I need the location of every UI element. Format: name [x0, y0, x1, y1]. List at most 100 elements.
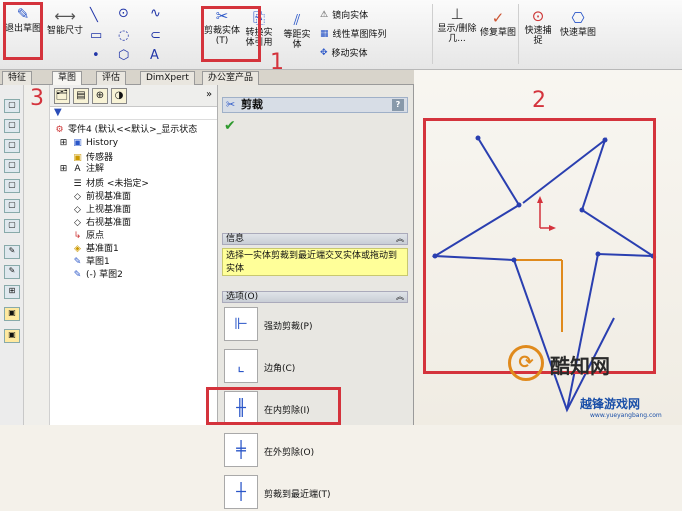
display-tab-icon[interactable]: ◑: [111, 87, 127, 104]
info-group-header[interactable]: 信息 ︽: [222, 233, 408, 245]
tree-item-annotations[interactable]: ⊞ A 注解: [50, 163, 217, 176]
highlight-star-area: [423, 118, 656, 374]
option-trim-outside[interactable]: ╪ 在外剪除(O): [224, 433, 408, 469]
linear-pattern-label: 线性草图阵列: [332, 30, 387, 40]
smart-dimension-button[interactable]: ⟷ 智能尺寸: [46, 8, 84, 36]
tree-item-right-plane[interactable]: ◇ 右视基准面: [50, 215, 217, 228]
ok-checkmark-icon[interactable]: ✔: [224, 118, 236, 134]
tree-item-top-plane[interactable]: ◇ 上视基准面: [50, 202, 217, 215]
show-delete-relations-button[interactable]: ⊥ 显示/删除几...: [436, 6, 478, 44]
tree-item-sketch1[interactable]: ✎ 草图1: [50, 254, 217, 267]
view-toolbar: ▢ ▢ ▢ ▢ ▢ ▢ ▢ ✎ ✎ ⊞ ▣ ▣: [0, 85, 24, 425]
expand-plus-icon: [58, 215, 69, 225]
point-tool-icon[interactable]: •: [92, 48, 100, 63]
tree-item-sketch2[interactable]: ✎ (-) 草图2: [50, 267, 217, 280]
tab-office-products[interactable]: 办公室产品: [202, 71, 260, 85]
options-header-label: 选项(O): [226, 292, 259, 302]
expand-plus-icon: [58, 176, 69, 186]
line-tool-icon[interactable]: ╲: [90, 8, 98, 23]
watermark-logo: ⟳: [508, 345, 544, 381]
feature-tree-tab-icon[interactable]: 🗂: [54, 87, 70, 104]
expand-plus-icon: [58, 267, 69, 277]
expand-plus-icon: ⊞: [59, 164, 68, 174]
part-icon: ⚙: [55, 125, 64, 135]
expand-plus-icon: [58, 254, 69, 264]
circle-tool-icon[interactable]: ⊙: [118, 6, 129, 21]
property-tab-icon[interactable]: ▤: [73, 87, 89, 104]
option-label: 剪裁到最近端(T): [264, 490, 331, 500]
tree-part-root[interactable]: ⚙ 零件4 (默认<<默认>_显示状态: [50, 124, 217, 137]
plane-icon: ◇: [74, 218, 81, 228]
option-power-trim[interactable]: ⊩ 强劲剪裁(P): [224, 307, 408, 343]
repair-sketch-label: 修复草图: [480, 28, 517, 38]
command-manager-tabs: 特征 草图 评估 DimXpert 办公室产品: [0, 70, 414, 85]
option-label: 在外剪除(O): [264, 448, 315, 458]
tab-features[interactable]: 特征: [2, 71, 33, 85]
annotation-number-2: 2: [532, 88, 546, 113]
move-label: 移动实体: [331, 49, 368, 59]
watermark-url: www.yueyangbang.com: [590, 412, 662, 419]
tree-item-history[interactable]: ⊞ ▣ History: [50, 137, 217, 150]
view-cube-icon[interactable]: ▢: [4, 159, 20, 173]
sketch-tool-icon[interactable]: ▣: [4, 329, 20, 343]
view-cube-icon[interactable]: ▢: [4, 199, 20, 213]
show-delete-label: 显示/删除几...: [437, 24, 477, 44]
rapid-sketch-button[interactable]: ⎔ 快速草图: [560, 10, 596, 38]
feature-manager-tree: 🗂 ▤ ⊕ ◑ » ▼ ⚙ 零件4 (默认<<默认>_显示状态 ⊞ ▣ History…: [50, 85, 218, 425]
tab-sketch[interactable]: 草图: [52, 71, 83, 85]
tree-item-plane1[interactable]: ◈ 基准面1: [50, 241, 217, 254]
offset-label: 等距实体: [283, 30, 311, 50]
option-trim-to-closest[interactable]: ┼ 剪裁到最近端(T): [224, 475, 408, 511]
sketch-tool-icon[interactable]: ⊞: [4, 285, 20, 299]
tree-item-label: 基准面1: [86, 244, 119, 254]
sketch-tool-icon[interactable]: ✎: [4, 265, 20, 279]
expand-plus-icon: [58, 228, 69, 238]
repair-sketch-icon: ✓: [491, 9, 505, 27]
view-cube-icon[interactable]: ▢: [4, 99, 20, 113]
view-cube-icon[interactable]: ▢: [4, 179, 20, 193]
mirror-entities-button[interactable]: ⚠ 镜向实体: [320, 8, 368, 22]
tree-item-material[interactable]: ☰ 材质 <未指定>: [50, 176, 217, 189]
arc-tool-icon[interactable]: ◌: [118, 28, 129, 43]
tree-item-label: 注解: [86, 164, 105, 174]
view-cube-icon[interactable]: ▢: [4, 119, 20, 133]
spline-tool-icon[interactable]: ∿: [150, 6, 161, 21]
expand-icon[interactable]: »: [201, 88, 217, 104]
pm-title-bar: ✂ 剪裁 ?: [222, 97, 408, 113]
rectangle-tool-icon[interactable]: ▭: [90, 28, 102, 43]
info-message: 选择一实体剪裁到最近端交叉实体或拖动到实体: [222, 248, 408, 276]
sketch-icon: ✎: [73, 257, 82, 267]
offset-entities-button[interactable]: ⫽ 等距实体: [280, 12, 314, 50]
rapid-sketch-label: 快速草图: [560, 28, 597, 38]
tab-evaluate[interactable]: 评估: [96, 71, 127, 85]
option-label: 强劲剪裁(P): [264, 322, 313, 332]
expand-plus-icon: ⊞: [59, 138, 68, 148]
sketch-tool-icon[interactable]: ✎: [4, 245, 20, 259]
expand-plus-icon: [58, 189, 69, 199]
tab-dimxpert[interactable]: DimXpert: [140, 71, 195, 85]
text-tool-icon[interactable]: A: [150, 48, 159, 63]
move-icon: ✥: [320, 47, 328, 58]
help-icon[interactable]: ?: [392, 99, 404, 111]
tree-item-origin[interactable]: ↳ 原点: [50, 228, 217, 241]
options-group-header[interactable]: 选项(O) ︽: [222, 291, 408, 303]
filter-icon[interactable]: ▼: [50, 107, 217, 120]
view-cube-icon[interactable]: ▢: [4, 139, 20, 153]
view-cube-icon[interactable]: ▢: [4, 219, 20, 233]
plane-icon: ◇: [74, 205, 81, 215]
linear-pattern-button[interactable]: ▦ 线性草图阵列: [320, 27, 387, 41]
linear-pattern-icon: ▦: [320, 28, 329, 39]
config-tab-icon[interactable]: ⊕: [92, 87, 108, 104]
move-entities-button[interactable]: ✥ 移动实体: [320, 46, 368, 60]
sketch-tool-icon[interactable]: ▣: [4, 307, 20, 321]
tree-item-front-plane[interactable]: ◇ 前视基准面: [50, 189, 217, 202]
option-corner[interactable]: ⌞ 边角(C): [224, 349, 408, 385]
expand-plus-icon: [58, 202, 69, 212]
repair-sketch-button[interactable]: ✓ 修复草图: [480, 10, 516, 38]
annotation-number-3: 3: [30, 86, 44, 111]
quick-snaps-button[interactable]: ⊙ 快速捕捉: [522, 8, 554, 46]
tree-item-sensors[interactable]: ▣ 传感器: [50, 150, 217, 163]
pm-title: 剪裁: [241, 98, 263, 111]
slot-tool-icon[interactable]: ⊂: [150, 28, 161, 43]
polygon-tool-icon[interactable]: ⬡: [118, 48, 129, 63]
